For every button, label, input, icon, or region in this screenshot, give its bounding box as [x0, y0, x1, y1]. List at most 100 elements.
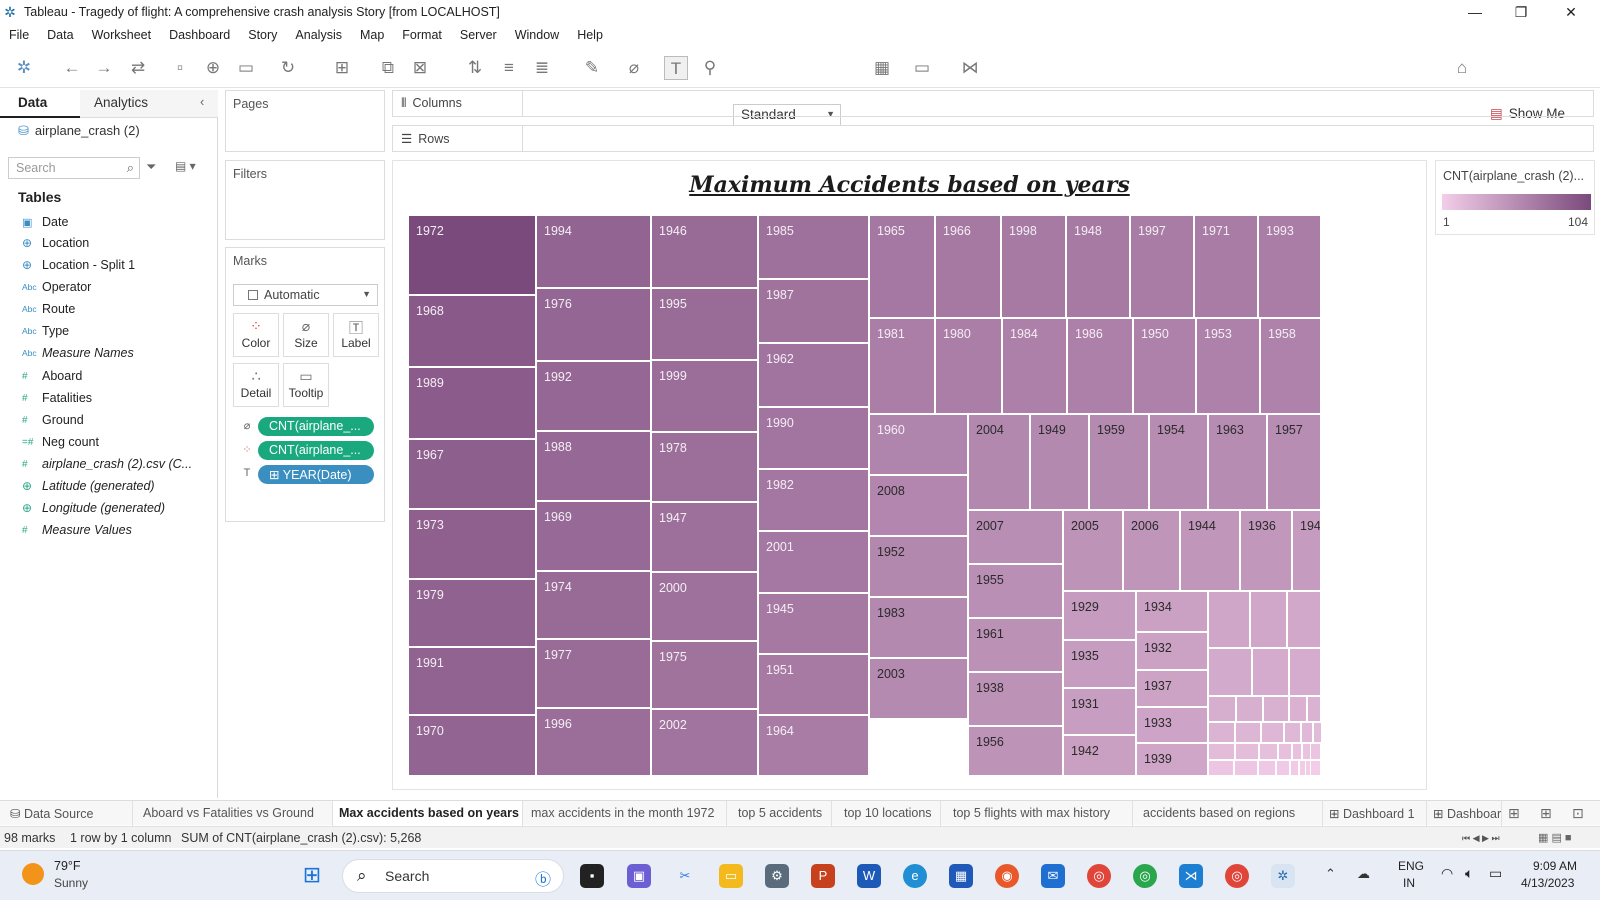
treemap-tile[interactable]: 2008 — [869, 475, 968, 536]
tab-top-5-flights[interactable]: top 5 flights with max history — [941, 801, 1133, 826]
treemap-tile-unlabeled[interactable] — [1263, 696, 1289, 722]
treemap-tile[interactable]: 1935 — [1063, 640, 1136, 688]
menu-data[interactable]: Data — [38, 28, 82, 42]
treemap-tile[interactable]: 1992 — [536, 361, 651, 431]
chrome-alt-icon[interactable]: ◎ — [1225, 864, 1249, 888]
treemap-tile-unlabeled[interactable] — [1252, 648, 1289, 696]
treemap-tile[interactable]: 2005 — [1063, 510, 1123, 591]
treemap-tile[interactable]: 1970 — [408, 715, 536, 776]
treemap-tile[interactable]: 1975 — [651, 641, 758, 709]
show-labels-icon[interactable]: T — [664, 56, 688, 80]
new-datasource-icon[interactable]: ⊕ — [201, 56, 225, 80]
tab-max-accidents-month[interactable]: max accidents in the month 1972 — [523, 801, 727, 826]
treemap-tile[interactable]: 1972 — [408, 215, 536, 295]
treemap-tile[interactable]: 1950 — [1133, 318, 1196, 414]
treemap-tile-unlabeled[interactable] — [1259, 743, 1278, 760]
treemap-tile-unlabeled[interactable] — [1301, 722, 1313, 743]
treemap-tile[interactable]: 1937 — [1136, 670, 1208, 707]
treemap-tile[interactable]: 1977 — [536, 639, 651, 708]
treemap-tile-unlabeled[interactable] — [1290, 760, 1299, 776]
treemap-tile-unlabeled[interactable] — [1208, 743, 1235, 760]
clock-time[interactable]: 9:09 AM — [1533, 859, 1577, 873]
treemap-tile[interactable]: 1944 — [1180, 510, 1240, 591]
treemap-tile[interactable]: 1964 — [758, 715, 869, 776]
marks-card-icon[interactable]: ⌂ — [1450, 56, 1474, 80]
treemap-tile[interactable]: 1978 — [651, 432, 758, 502]
field-record-count[interactable]: # airplane_crash (2).csv (C... — [22, 454, 192, 474]
treemap-tile-unlabeled[interactable] — [1292, 743, 1302, 760]
treemap-tile[interactable]: 1951 — [758, 654, 869, 715]
replay-icon[interactable]: ⇄ — [126, 56, 150, 80]
treemap-tile[interactable]: 2007 — [968, 510, 1063, 564]
treemap-tile[interactable]: 2001 — [758, 531, 869, 593]
menu-file[interactable]: File — [0, 28, 38, 42]
treemap-tile[interactable]: 1994 — [536, 215, 651, 288]
tab-dashboard-2[interactable]: ⊞ Dashboar — [1427, 801, 1502, 826]
field-latitude[interactable]: ⊕ Latitude (generated) — [22, 476, 155, 496]
treemap-tile[interactable]: 1957 — [1267, 414, 1321, 510]
rows-shelf[interactable]: ☰ Rows — [392, 125, 1594, 152]
swap-icon[interactable]: ⇅ — [463, 56, 487, 80]
field-route[interactable]: Abc Route — [22, 299, 75, 319]
treemap-tile[interactable]: 1963 — [1208, 414, 1267, 510]
chrome-icon[interactable]: ◎ — [1087, 864, 1111, 888]
treemap-tile-unlabeled[interactable] — [1235, 722, 1261, 743]
sheet-navigation-icon[interactable]: ⏮ ◀ ▶ ⏭ — [1462, 833, 1500, 844]
treemap-tile[interactable]: 2002 — [651, 709, 758, 776]
treemap-tile-unlabeled[interactable] — [1284, 722, 1301, 743]
treemap-tile[interactable]: 1965 — [869, 215, 935, 318]
treemap-tile[interactable]: 1958 — [1260, 318, 1321, 414]
treemap-tile[interactable]: 1971 — [1194, 215, 1258, 318]
columns-shelf[interactable]: ⦀ Columns — [392, 90, 1594, 117]
menu-format[interactable]: Format — [393, 28, 451, 42]
tableau-taskbar-icon[interactable]: ✲ — [1271, 864, 1295, 888]
language-indicator[interactable]: ENG — [1398, 859, 1424, 873]
edge-icon[interactable]: e — [903, 864, 927, 888]
treemap-tile[interactable]: 1942 — [1063, 735, 1136, 776]
tab-analytics[interactable]: Analytics — [80, 90, 218, 118]
highlight-icon[interactable]: ✎ — [580, 56, 604, 80]
restore-button[interactable]: ❐ — [1498, 0, 1544, 24]
treemap-tile[interactable]: 1969 — [536, 501, 651, 571]
size-button[interactable]: ⌀ Size — [283, 313, 329, 357]
treemap-tile[interactable]: 1931 — [1063, 688, 1136, 735]
collapse-pane-icon[interactable]: ‹ — [200, 94, 204, 109]
field-fatalities[interactable]: # Fatalities — [22, 388, 92, 408]
tab-data-source[interactable]: ⛁ Data Source — [0, 801, 133, 826]
volume-icon[interactable]: 🔈︎ — [1465, 865, 1473, 882]
treemap-tile-unlabeled[interactable] — [1208, 648, 1252, 696]
treemap-tile[interactable]: 1986 — [1067, 318, 1133, 414]
field-ground[interactable]: # Ground — [22, 410, 84, 430]
treemap-tile[interactable]: 1989 — [408, 367, 536, 439]
field-location[interactable]: ⊕ Location — [22, 233, 89, 253]
show-cards-icon[interactable]: ▦ — [870, 56, 894, 80]
treemap-tile-unlabeled[interactable] — [1208, 696, 1236, 722]
treemap-tile[interactable]: 2006 — [1123, 510, 1180, 591]
treemap-tile[interactable]: 1945 — [758, 593, 869, 654]
treemap-tile[interactable]: 1980 — [935, 318, 1002, 414]
color-button[interactable]: ⁘ Color — [233, 313, 279, 357]
tab-max-accidents-years[interactable]: Max accidents based on years — [333, 801, 523, 826]
pages-shelf[interactable]: Pages — [225, 90, 385, 152]
treemap-tile[interactable]: 1996 — [536, 708, 651, 776]
treemap-tile[interactable]: 1932 — [1136, 632, 1208, 670]
undo-icon[interactable]: ← — [60, 56, 84, 80]
treemap-tile[interactable]: 1999 — [651, 360, 758, 432]
file-explorer-icon[interactable]: ▭ — [719, 864, 743, 888]
fix-axes-icon[interactable]: ⚲ — [698, 56, 722, 80]
taskbar-search[interactable]: ⌕ Search ⓑ — [342, 859, 564, 893]
treemap-tile-unlabeled[interactable] — [1208, 591, 1250, 648]
treemap-tile[interactable]: 1967 — [408, 439, 536, 509]
save-icon[interactable]: ▫ — [168, 56, 192, 80]
treemap-tile-unlabeled[interactable] — [1258, 760, 1276, 776]
treemap-tile-unlabeled[interactable] — [1287, 591, 1321, 648]
treemap-tile[interactable]: 1961 — [968, 618, 1063, 672]
treemap-tile[interactable]: 1966 — [935, 215, 1001, 318]
treemap-tile[interactable]: 1976 — [536, 288, 651, 361]
new-story-icon[interactable]: ⊡ — [1572, 805, 1584, 822]
view-options-icon[interactable]: ▤ ▾ — [175, 159, 196, 173]
onedrive-icon[interactable]: ☁ — [1357, 866, 1370, 882]
powerpoint-icon[interactable]: P — [811, 864, 835, 888]
treemap-tile-unlabeled[interactable] — [1261, 722, 1284, 743]
label-pill[interactable]: ⊞ YEAR(Date) — [258, 465, 374, 484]
